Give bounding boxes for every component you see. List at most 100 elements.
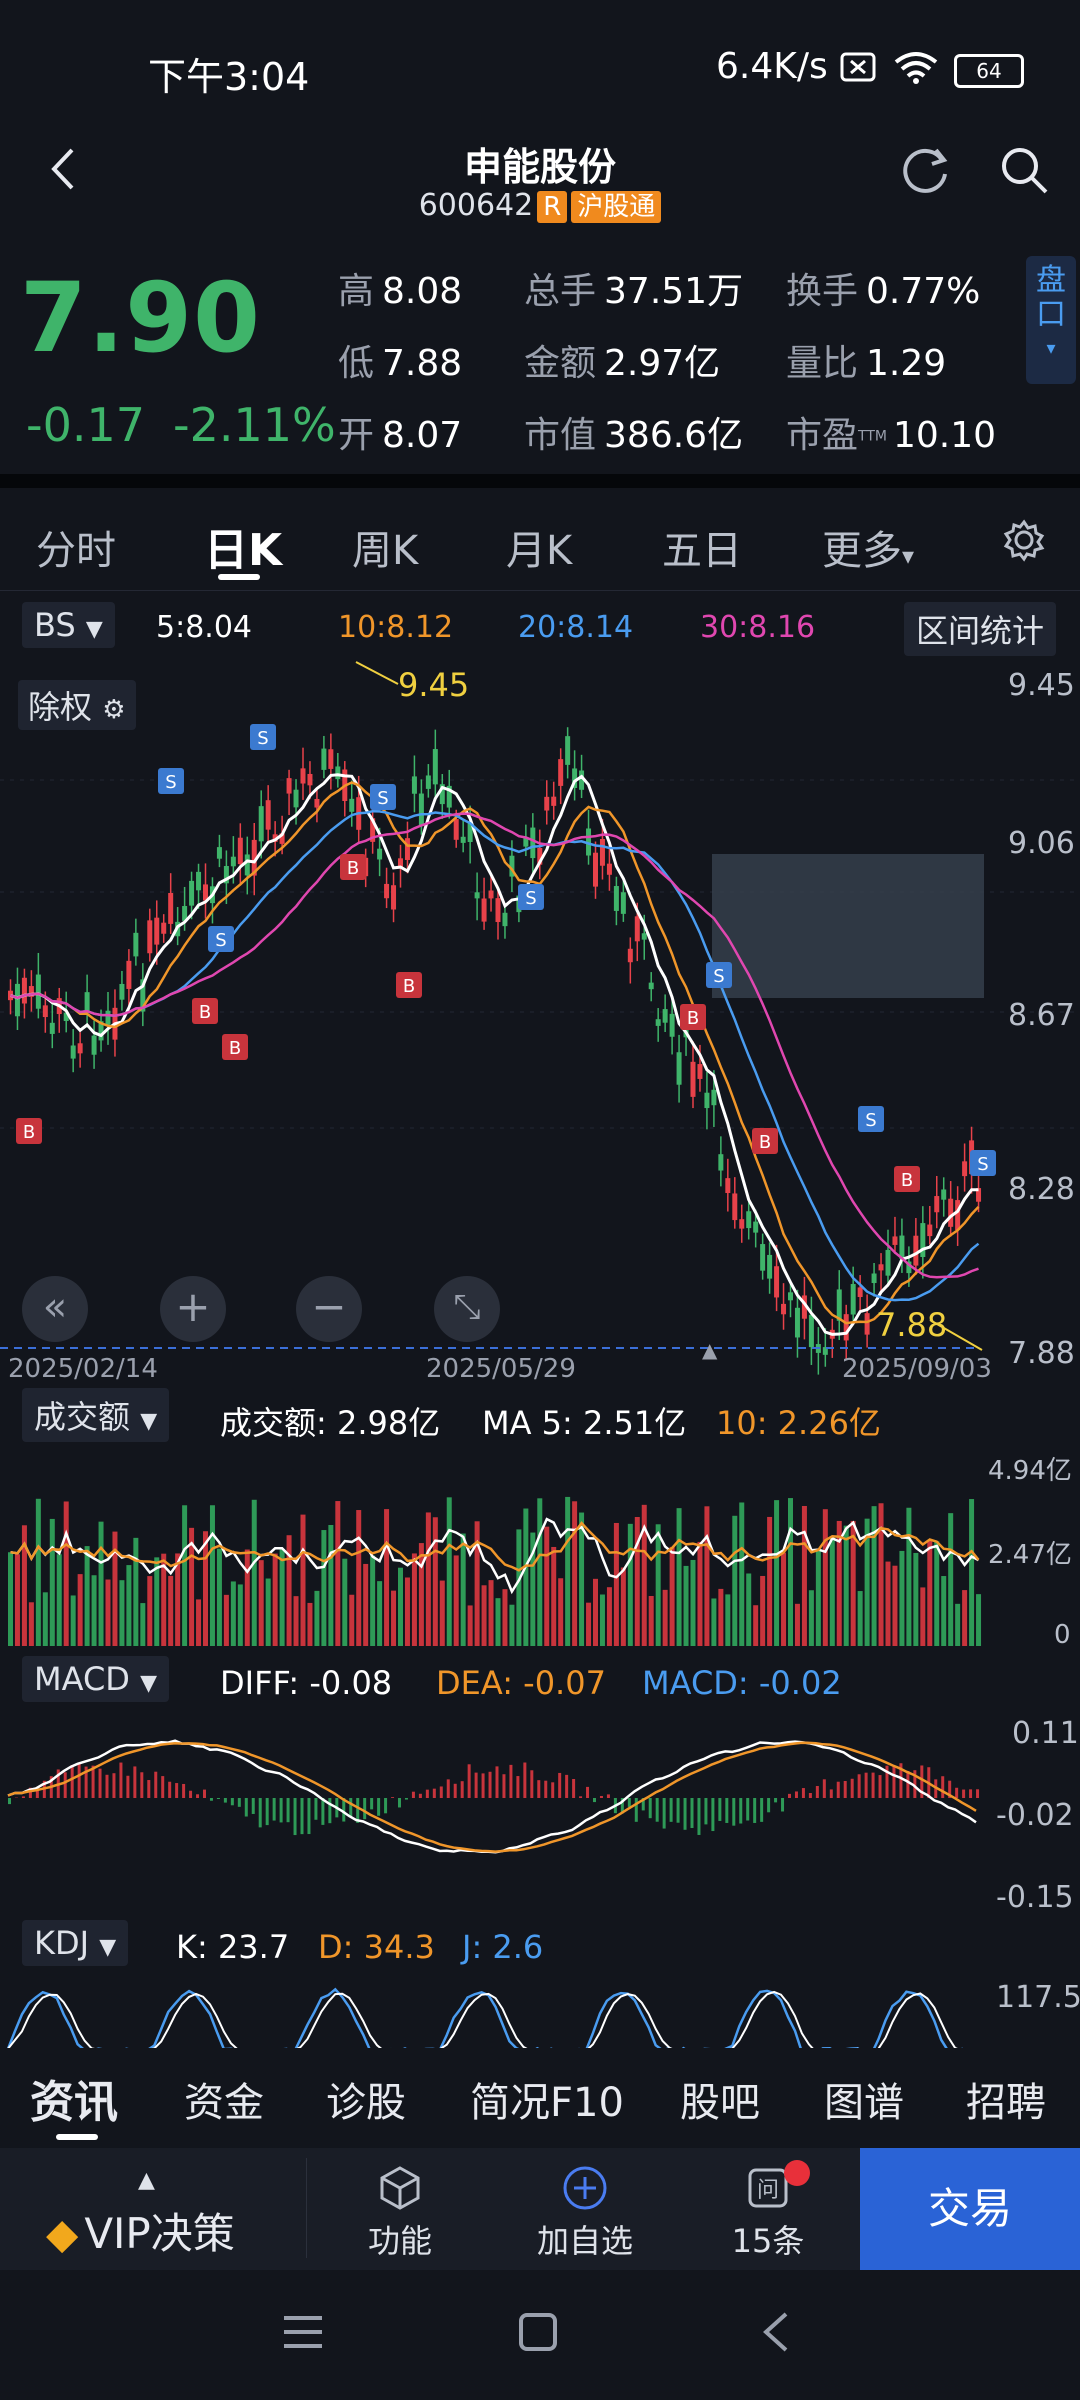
candle-body [335,766,341,780]
volume-bar [244,1549,250,1646]
zoom-out-button[interactable]: − [296,1276,362,1342]
candle-body [77,1043,83,1054]
macd-bar [836,1781,840,1798]
kdj-selector[interactable]: KDJ ▼ [22,1920,129,1966]
volume-bar [119,1580,125,1646]
search-icon[interactable] [998,144,1052,198]
rewind-button[interactable]: « [22,1276,88,1342]
bs-selector[interactable]: BS ▼ [22,602,115,648]
back-nav-icon[interactable] [760,2310,790,2354]
candle-body [453,819,459,840]
kline-chart[interactable]: BSSBBSSBBSSBSBBS [0,660,1080,1380]
macd-bar [655,1798,659,1822]
range-stats-button[interactable]: 区间统计 [904,602,1057,656]
questions-label: 15条 [731,2222,805,2260]
macd-bar [781,1798,785,1812]
macd-bar [732,1798,736,1826]
tab-profile[interactable]: 简况F10 [470,2070,624,2128]
trade-button[interactable]: 交易 [860,2148,1080,2270]
macd-bar [474,1772,478,1798]
tab-news[interactable]: 资讯 [30,2066,118,2130]
volume-bar [808,1590,814,1646]
tab-weekly[interactable]: 周K [352,518,418,576]
tab-jobs[interactable]: 招聘 [966,2070,1046,2128]
tab-five-day[interactable]: 五日 [662,518,742,576]
volume-bar [551,1546,557,1646]
high-label: 高 [338,271,375,312]
macd-bar [70,1764,74,1798]
tab-diagnosis[interactable]: 诊股 [326,2070,406,2128]
macd-bar [711,1798,715,1832]
macd-bar [8,1798,11,1805]
questions-button[interactable]: 问 15条 [708,2160,828,2262]
tab-more[interactable]: 更多▾ [822,518,914,576]
macd-bar [704,1798,708,1825]
candle-body [794,1307,800,1338]
action-bar: ▲ ◆ VIP决策 功能 加自选 问 15条 交易 [0,2148,1080,2270]
home-icon[interactable] [518,2312,558,2352]
macd-selector[interactable]: MACD ▼ [22,1656,170,1702]
candle-body [411,776,417,794]
candle-body [42,1005,48,1018]
function-button[interactable]: 功能 [340,2164,460,2262]
zoom-in-button[interactable]: + [160,1276,226,1342]
macd-bar [857,1774,861,1798]
volume-bar [98,1521,104,1646]
candle-body [648,982,654,990]
macd-bar [662,1798,666,1829]
svg-text:S: S [165,772,176,793]
macd-bar [467,1764,471,1798]
macd-bar [363,1798,367,1820]
volume-bar [899,1550,905,1646]
amount-row: 金额 2.97亿 [524,334,720,386]
menu-icon[interactable] [282,2314,324,2350]
tab-graph[interactable]: 图谱 [824,2070,904,2128]
ex-rights-toggle[interactable]: 除权 ⚙ [18,680,136,730]
candle-body [391,885,397,910]
volume-bar [969,1499,975,1646]
kdj-chart [6,1987,963,2048]
candle-body [676,1052,682,1085]
cube-icon [380,2166,420,2210]
y-tick: 9.45 [1008,668,1075,703]
candle-body [481,898,487,922]
tab-minute[interactable]: 分时 [36,518,116,576]
volume-selector[interactable]: 成交额 ▼ [22,1388,170,1442]
macd-bar [126,1775,130,1798]
volume-bar [502,1589,508,1646]
volume-bar [913,1552,919,1646]
sell-marker: S [158,768,184,794]
order-book-button[interactable]: 盘口 ▾ [1026,256,1076,384]
candle-body [495,898,501,923]
svg-text:S: S [257,728,268,749]
open-value: 8.07 [382,415,463,456]
volume-bar [544,1526,550,1646]
svg-text:S: S [377,788,388,809]
macd-bar [481,1773,485,1798]
volume-bar [77,1574,83,1646]
volume-bar [662,1589,668,1646]
gear-icon[interactable] [1002,518,1046,562]
volume-ma5: MA 5: 2.51亿 [482,1404,687,1442]
tab-daily[interactable]: 日K [204,514,282,578]
tab-monthly[interactable]: 月K [506,518,572,576]
macd-bar [286,1798,290,1823]
refresh-icon[interactable] [898,144,952,198]
volume-label: 总手 [524,271,597,312]
candle-body [196,871,202,891]
macd-bar [411,1791,415,1798]
volume-selector-label: 成交额 [34,1398,131,1436]
volume-bar [391,1590,397,1646]
add-watchlist-button[interactable]: 加自选 [520,2164,650,2262]
candle-body [460,836,466,843]
fullscreen-button[interactable]: ⤡ [434,1276,500,1342]
candle-body [892,1236,898,1245]
tab-funds[interactable]: 资金 [184,2070,264,2128]
vip-button[interactable]: ◆ VIP决策 [46,2200,235,2261]
volume-bar [704,1506,710,1646]
tab-forum[interactable]: 股吧 [680,2070,760,2128]
macd-bar [718,1798,722,1821]
candle-body [432,749,438,785]
notification-dot [784,2160,810,2186]
candle-body [746,1211,752,1229]
